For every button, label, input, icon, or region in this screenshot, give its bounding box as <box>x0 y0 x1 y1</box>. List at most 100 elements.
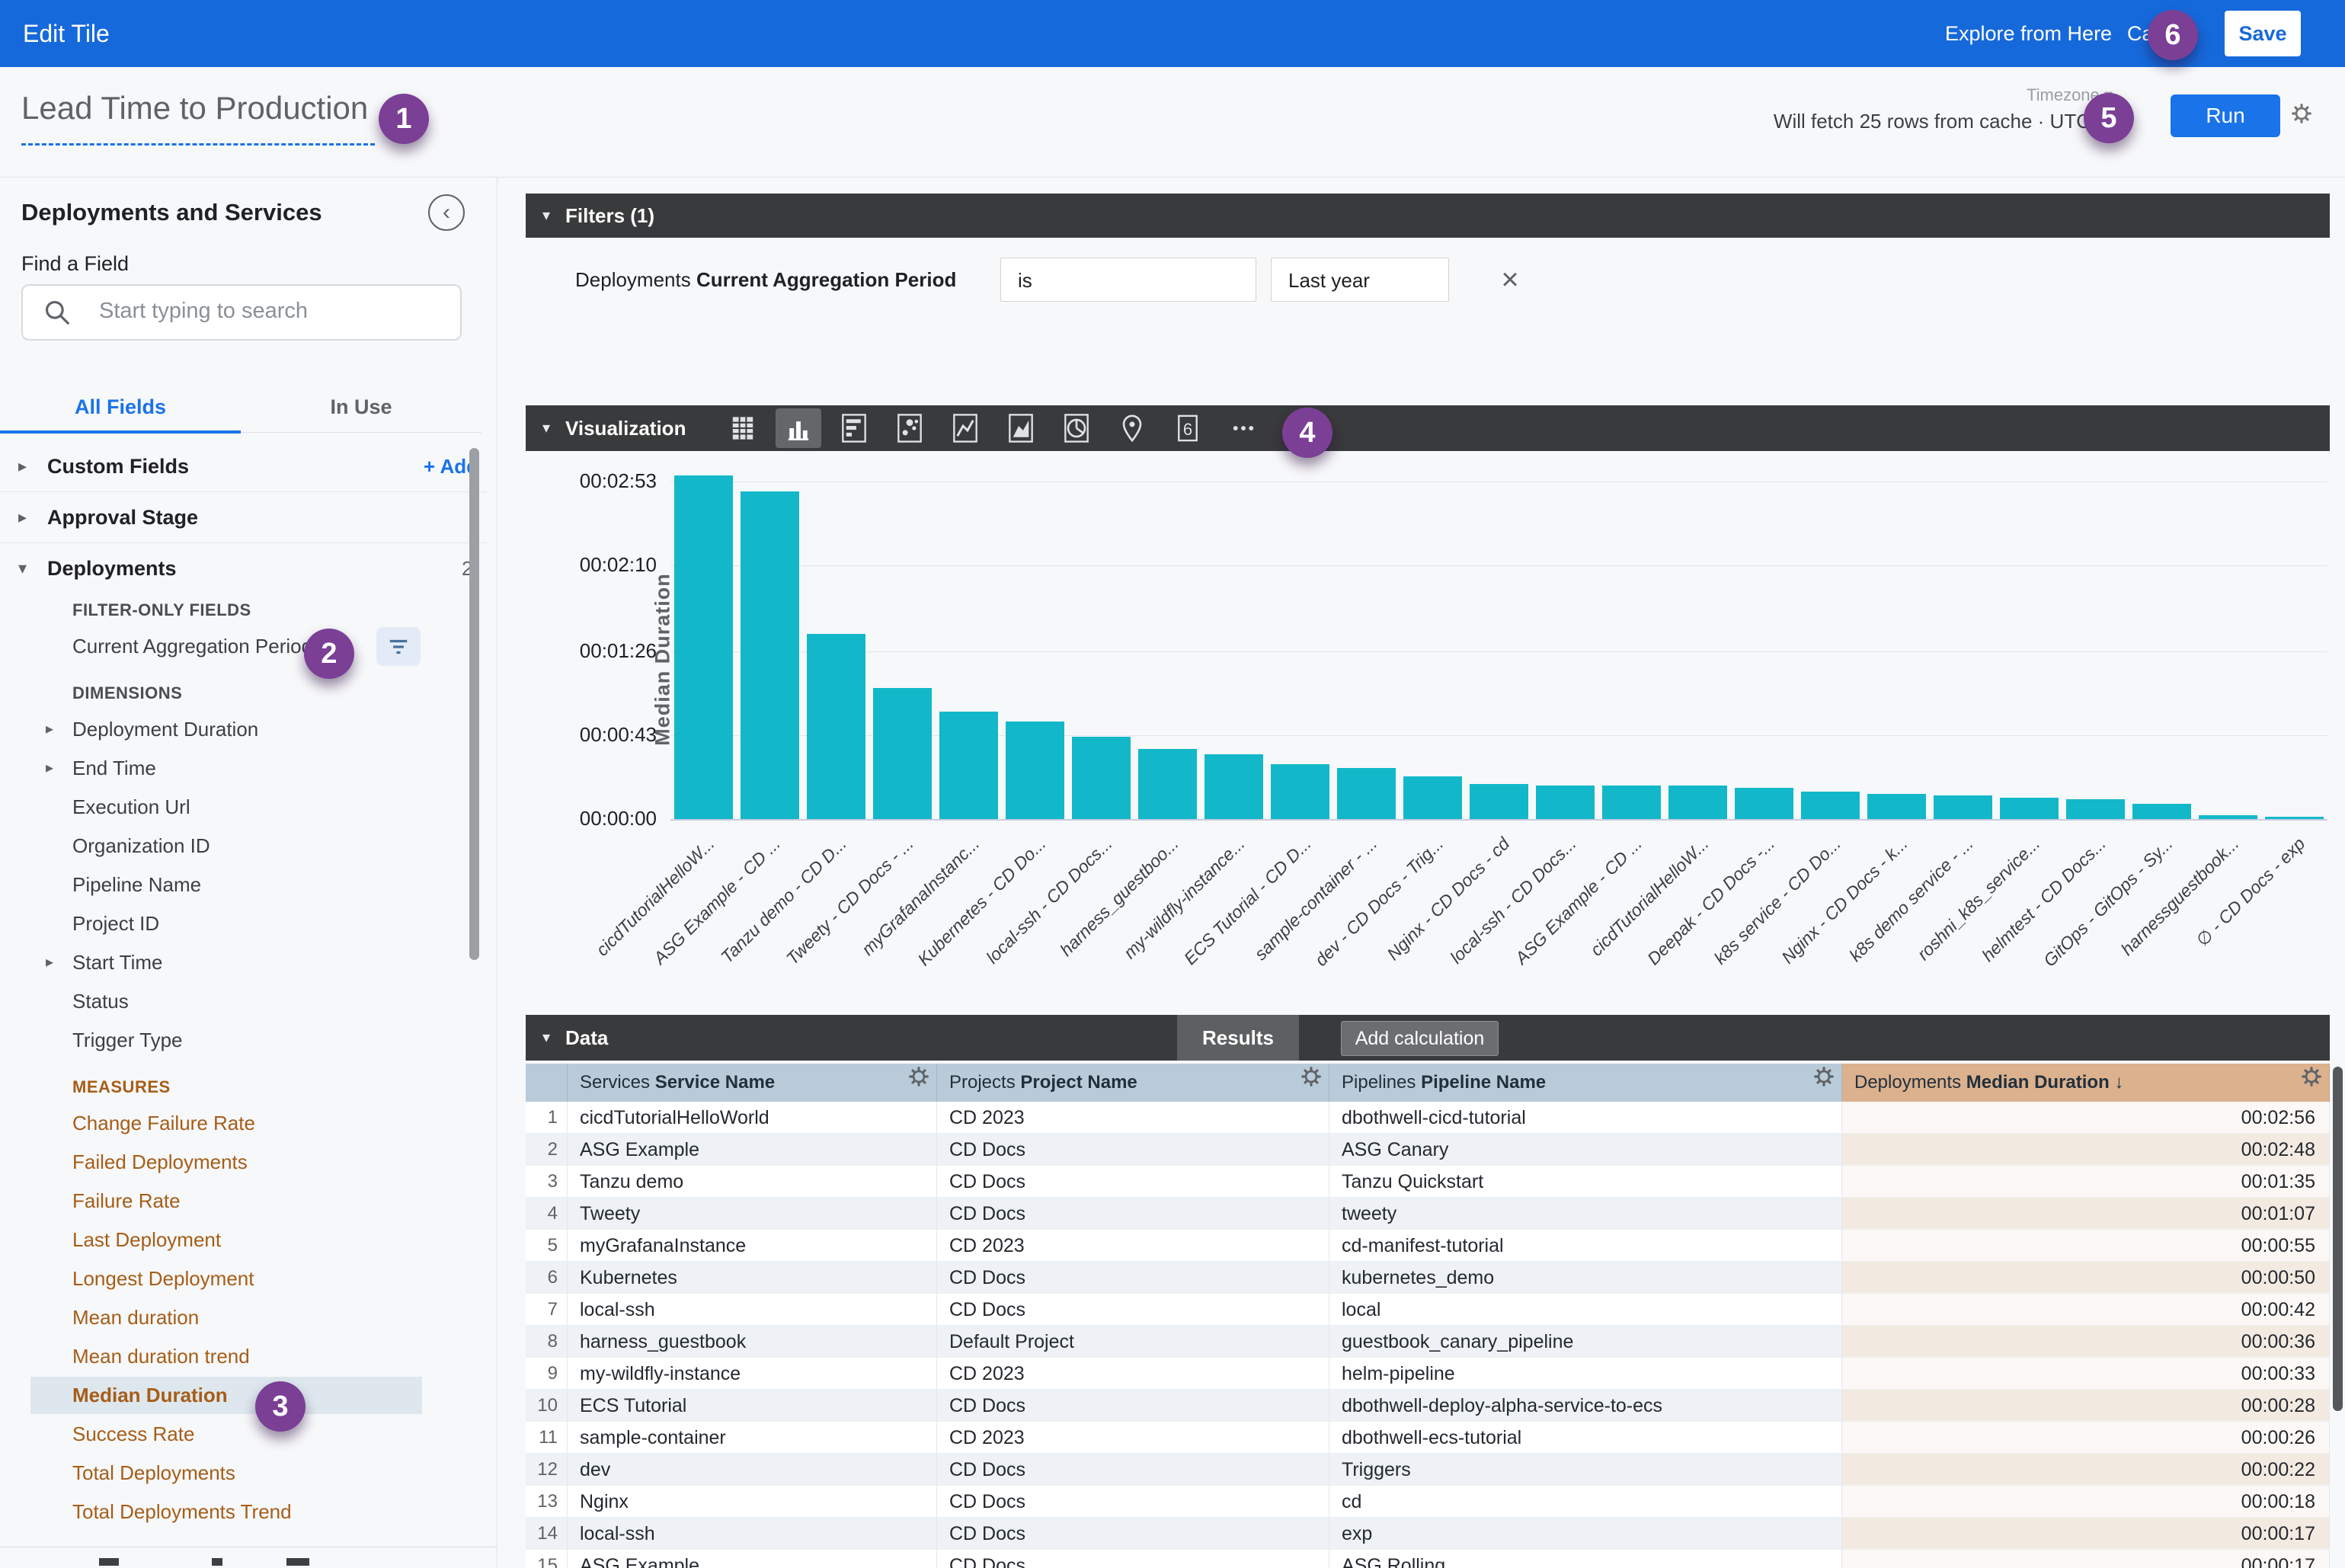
sidebar-field-organization-id[interactable]: Organization ID <box>0 827 488 866</box>
chart-bar[interactable] <box>2066 799 2125 819</box>
data-section-bar[interactable]: ▾ Data Results Add calculation Row Limit… <box>526 1015 2330 1061</box>
data-cell[interactable]: CD 2023 <box>937 1358 1329 1390</box>
visualization-section-bar[interactable]: ▾ Visualization 6 Forecast Edit <box>526 405 2330 451</box>
field-label[interactable]: Failure Rate <box>72 1182 181 1221</box>
field-label[interactable]: Project ID <box>72 904 159 943</box>
data-cell[interactable]: dbothwell-deploy-alpha-service-to-ecs <box>1329 1390 1842 1422</box>
field-label[interactable]: Trigger Type <box>72 1021 183 1060</box>
run-button[interactable]: Run <box>2171 94 2280 137</box>
field-label[interactable]: Organization ID <box>72 827 210 866</box>
median-duration-cell[interactable]: 00:00:17 <box>1842 1550 2330 1568</box>
field-label[interactable]: Mean duration trend <box>72 1337 250 1376</box>
explore-from-here-button[interactable]: Explore from Here <box>1945 0 2112 67</box>
chart-bar[interactable] <box>1072 737 1131 819</box>
chart-bar[interactable] <box>674 475 733 819</box>
sidebar-field-project-id[interactable]: Project ID <box>0 904 488 943</box>
data-cell[interactable]: CD Docs <box>937 1166 1329 1198</box>
median-duration-cell[interactable]: 00:00:28 <box>1842 1390 2330 1422</box>
data-cell[interactable]: CD Docs <box>937 1262 1329 1294</box>
data-cell[interactable]: kubernetes_demo <box>1329 1262 1842 1294</box>
data-cell[interactable]: ASG Example <box>568 1134 937 1166</box>
chart-bar[interactable] <box>1271 764 1329 819</box>
sidebar-field-end-time[interactable]: ▸End Time <box>0 749 488 788</box>
sidebar-field-success-rate[interactable]: Success Rate <box>0 1415 488 1454</box>
field-label[interactable]: Mean duration <box>72 1298 199 1337</box>
collapse-visualization-icon[interactable]: ▾ <box>542 405 550 451</box>
data-cell[interactable]: local-ssh <box>568 1518 937 1550</box>
chart-bar[interactable] <box>2132 804 2191 819</box>
data-cell[interactable]: CD Docs <box>937 1486 1329 1518</box>
data-cell[interactable]: Tweety <box>568 1198 937 1230</box>
chart-bar[interactable] <box>1204 754 1263 819</box>
chart-bar[interactable] <box>1337 768 1396 819</box>
sidebar-field-change-failure-rate[interactable]: Change Failure Rate <box>0 1104 488 1143</box>
sidebar-field-execution-url[interactable]: Execution Url <box>0 788 488 827</box>
field-label[interactable]: Median Duration <box>72 1376 228 1415</box>
chevron-down-icon[interactable]: ▾ <box>18 543 27 594</box>
data-cell[interactable]: dbothwell-cicd-tutorial <box>1329 1102 1842 1134</box>
median-duration-cell[interactable]: 00:02:48 <box>1842 1134 2330 1166</box>
sidebar-field-trigger-type[interactable]: Trigger Type <box>0 1021 488 1060</box>
field-label[interactable]: Status <box>72 982 129 1021</box>
chart-bar[interactable] <box>873 688 932 819</box>
chart-bar[interactable] <box>807 634 865 819</box>
data-cell[interactable]: CD Docs <box>937 1390 1329 1422</box>
sidebar-field-start-time[interactable]: ▸Start Time <box>0 943 488 982</box>
tile-title[interactable]: Lead Time to Production <box>21 90 368 126</box>
sidebar-scrollbar[interactable] <box>469 448 479 960</box>
data-cell[interactable]: CD 2023 <box>937 1422 1329 1454</box>
table-viz-icon[interactable] <box>720 408 766 448</box>
median-duration-cell[interactable]: 00:00:33 <box>1842 1358 2330 1390</box>
sidebar-field-total-deployments-trend[interactable]: Total Deployments Trend <box>0 1493 488 1531</box>
field-label[interactable]: Total Deployments <box>72 1454 235 1493</box>
chart-bar[interactable] <box>939 712 998 819</box>
median-duration-cell[interactable]: 00:00:50 <box>1842 1262 2330 1294</box>
line-chart-icon[interactable] <box>942 408 988 448</box>
column-gear-icon[interactable] <box>907 1064 930 1102</box>
tab-all-fields[interactable]: All Fields <box>0 385 241 429</box>
data-cell[interactable]: CD 2023 <box>937 1102 1329 1134</box>
filter-operator-select[interactable]: is <box>1000 258 1256 302</box>
field-label[interactable]: Execution Url <box>72 788 190 827</box>
data-cell[interactable]: local-ssh <box>568 1294 937 1326</box>
chart-bar[interactable] <box>1934 795 1992 819</box>
data-cell[interactable]: ASG Rolling <box>1329 1550 1842 1568</box>
column-gear-icon[interactable] <box>1812 1064 1835 1102</box>
settings-gear-icon[interactable] <box>2290 102 2313 129</box>
sidebar-field-pipeline-name[interactable]: Pipeline Name <box>0 866 488 904</box>
chart-bar[interactable] <box>2265 817 2324 819</box>
add-calculation-button[interactable]: Add calculation <box>1341 1021 1499 1056</box>
median-duration-cell[interactable]: 00:02:56 <box>1842 1102 2330 1134</box>
chart-bar[interactable] <box>1602 786 1661 819</box>
tab-in-use[interactable]: In Use <box>241 385 481 429</box>
column-header-project-name[interactable]: Projects Project Name <box>937 1064 1329 1102</box>
data-cell[interactable]: tweety <box>1329 1198 1842 1230</box>
sidebar-field-failed-deployments[interactable]: Failed Deployments <box>0 1143 488 1182</box>
data-cell[interactable]: CD Docs <box>937 1454 1329 1486</box>
data-cell[interactable]: Kubernetes <box>568 1262 937 1294</box>
scatter-chart-icon[interactable] <box>887 408 933 448</box>
sidebar-field-longest-deployment[interactable]: Longest Deployment <box>0 1259 488 1298</box>
results-tab[interactable]: Results <box>1177 1015 1299 1061</box>
data-cell[interactable]: my-wildfly-instance <box>568 1358 937 1390</box>
save-button[interactable]: Save <box>2225 11 2301 56</box>
column-header-pipeline-name[interactable]: Pipelines Pipeline Name <box>1329 1064 1842 1102</box>
chart-bar[interactable] <box>1006 722 1064 819</box>
data-cell[interactable]: myGrafanaInstance <box>568 1230 937 1262</box>
field-label[interactable]: Success Rate <box>72 1415 194 1454</box>
chart-bar[interactable] <box>1735 788 1793 819</box>
sidebar-field-last-deployment[interactable]: Last Deployment <box>0 1221 488 1259</box>
column-gear-icon[interactable] <box>2300 1064 2323 1102</box>
column-header-service-name[interactable]: Services Service Name <box>568 1064 937 1102</box>
bar-chart-icon[interactable] <box>831 408 877 448</box>
data-cell[interactable]: Triggers <box>1329 1454 1842 1486</box>
sidebar-group-deployments[interactable]: ▾Deployments2 <box>0 543 488 594</box>
sidebar-group-approval-stage[interactable]: ▸Approval Stage <box>0 492 488 543</box>
median-duration-cell[interactable]: 00:01:35 <box>1842 1166 2330 1198</box>
field-label[interactable]: Start Time <box>72 943 162 982</box>
sidebar-field-status[interactable]: Status <box>0 982 488 1021</box>
single-value-icon[interactable]: 6 <box>1165 408 1211 448</box>
data-cell[interactable]: ASG Canary <box>1329 1134 1842 1166</box>
chevron-right-icon[interactable]: ▸ <box>46 749 53 788</box>
data-cell[interactable]: Tanzu Quickstart <box>1329 1166 1842 1198</box>
